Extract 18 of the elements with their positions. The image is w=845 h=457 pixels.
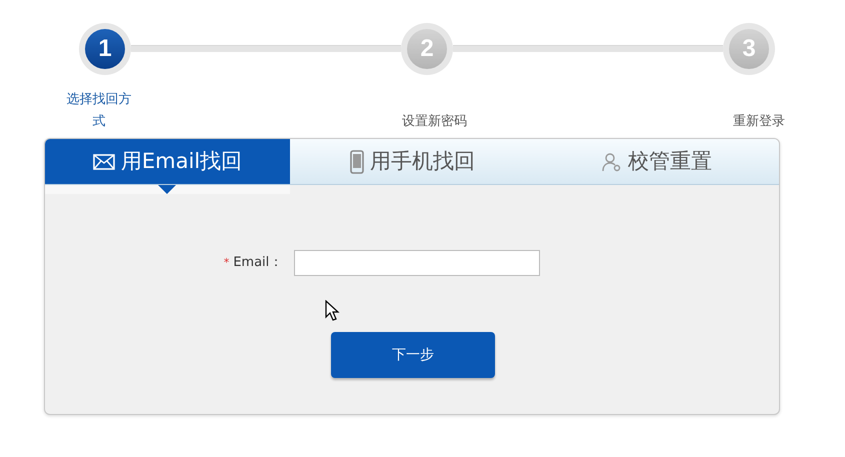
cursor-icon — [325, 300, 340, 322]
mail-icon — [92, 154, 115, 170]
step-label: 选择找回方式 — [66, 91, 132, 131]
pointer-icon — [158, 185, 176, 194]
tab[interactable]: 用手机找回 — [290, 139, 534, 184]
step-circle: 1 — [79, 22, 131, 74]
step-label: 设置新密码 — [402, 113, 467, 131]
tab[interactable]: 校管重置 — [534, 139, 779, 184]
step-circle: 3 — [723, 22, 775, 74]
step-label: 重新登录 — [733, 113, 785, 131]
email-label: Email： — [233, 254, 282, 272]
tab[interactable]: 用Email找回 — [45, 139, 290, 184]
step-circle: 2 — [401, 22, 453, 74]
user-icon — [602, 152, 622, 172]
phone-icon — [350, 150, 364, 174]
required-mark: * — [224, 254, 230, 271]
email-field[interactable] — [294, 250, 540, 276]
next-button[interactable]: 下一步 — [331, 332, 495, 378]
